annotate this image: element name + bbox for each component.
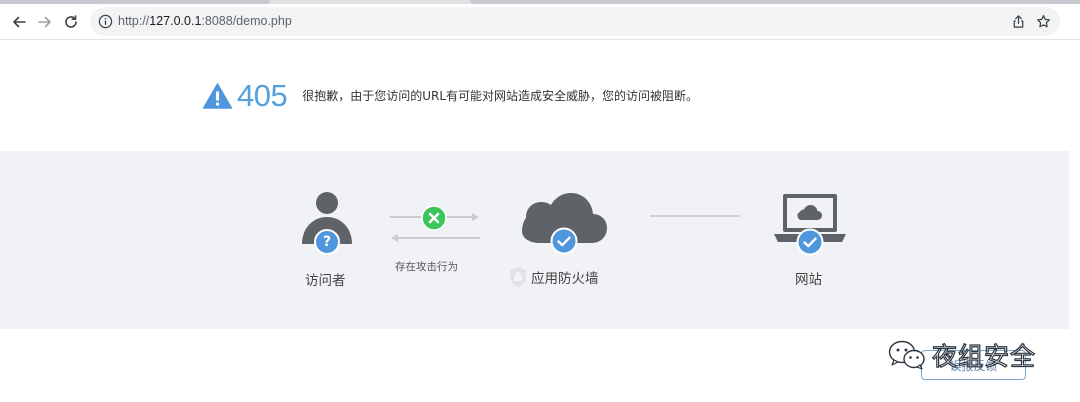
arrow-right-icon [38, 16, 51, 28]
connector-line [650, 215, 740, 217]
firewall-check-icon [550, 227, 578, 255]
watermark: 夜组安全 [888, 338, 1036, 372]
url-scheme: http:// [118, 14, 150, 28]
forward-button[interactable] [33, 10, 57, 34]
address-bar[interactable]: http://127.0.0.1:8088/demo.php [90, 7, 1060, 36]
url-host: 127.0.0.1 [149, 14, 202, 28]
reload-button[interactable] [59, 10, 83, 34]
watermark-text: 夜组安全 [931, 341, 1037, 371]
error-message: 很抱歉，由于您访问的URL有可能对网站造成安全威胁，您的访问被阻断。 [302, 89, 699, 103]
share-icon[interactable] [1011, 14, 1026, 29]
reload-icon [65, 15, 77, 28]
shield-icon [510, 267, 526, 287]
bookmark-star-icon[interactable] [1036, 14, 1051, 29]
error-header: 405 很抱歉，由于您访问的URL有可能对网站造成安全威胁，您的访问被阻断。 [202, 80, 698, 112]
visitor-label: 访问者 [305, 273, 346, 289]
wechat-icon [888, 340, 925, 370]
warning-icon [202, 83, 233, 109]
browser-toolbar: http://127.0.0.1:8088/demo.php [0, 4, 1080, 40]
url-text[interactable]: http://127.0.0.1:8088/demo.php [118, 14, 292, 28]
firewall-label: 应用防火墙 [531, 271, 599, 287]
url-path: :8088/demo.php [201, 14, 292, 28]
error-code: 405 [237, 78, 288, 113]
attack-behavior-label: 存在攻击行为 [395, 261, 458, 273]
arrow-left-icon [13, 16, 26, 28]
back-button[interactable] [7, 10, 31, 34]
website-check-icon [796, 228, 824, 256]
info-icon[interactable] [98, 14, 113, 29]
website-label: 网站 [795, 272, 822, 288]
question-mark-icon: ? [314, 229, 340, 255]
blocked-x-icon [421, 205, 447, 231]
